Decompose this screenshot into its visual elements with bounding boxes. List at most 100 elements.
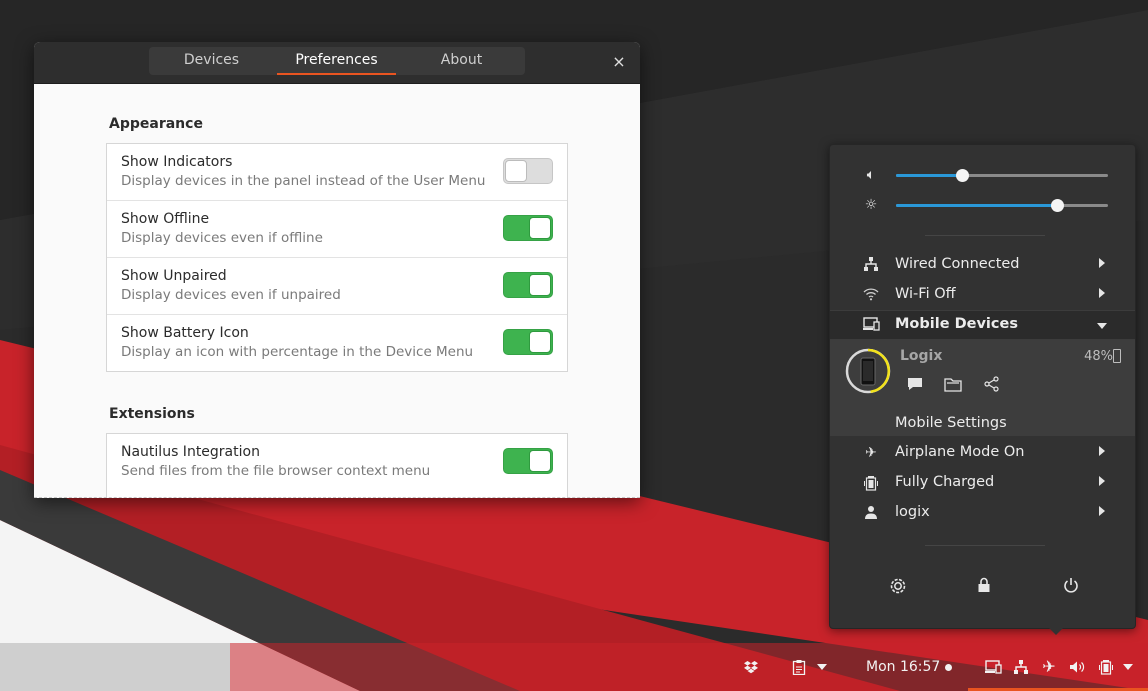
menu-item-label: logix xyxy=(895,504,930,520)
show-battery-icon-switch[interactable] xyxy=(503,329,553,355)
device-battery-percent: 48% xyxy=(1084,349,1113,364)
clipboard-icon[interactable] xyxy=(789,643,809,691)
nautilus-integration-switch[interactable] xyxy=(503,448,553,474)
switch-knob xyxy=(505,160,527,182)
clock[interactable]: Mon 16:57 xyxy=(866,643,946,691)
section-title-extensions: Extensions xyxy=(109,406,195,422)
menu-item-label: Wired Connected xyxy=(895,256,1020,272)
setting-title: Show Indicators xyxy=(121,154,233,170)
menu-item-label: Fully Charged xyxy=(895,474,995,490)
tab-about[interactable]: About xyxy=(399,47,524,75)
menu-item-wifi[interactable]: Wi-Fi Off xyxy=(830,280,1135,310)
setting-subtitle: Send files from the file browser context… xyxy=(121,463,431,479)
setting-row-nautilus-integration: Nautilus Integration Send files from the… xyxy=(107,434,567,490)
setting-title: Nautilus Integration xyxy=(121,444,260,460)
show-unpaired-switch[interactable] xyxy=(503,272,553,298)
slider-fill xyxy=(896,204,1058,207)
close-icon[interactable]: × xyxy=(610,53,628,71)
switch-knob xyxy=(529,450,551,472)
slider-thumb[interactable] xyxy=(955,169,969,182)
setting-subtitle: Display an icon with percentage in the D… xyxy=(121,344,474,360)
menu-item-power[interactable]: Fully Charged xyxy=(830,468,1135,498)
airplane-icon[interactable]: ✈ xyxy=(1039,643,1059,691)
chevron-down-icon xyxy=(1097,323,1107,329)
setting-title: Show Offline xyxy=(121,211,210,227)
setting-title: Show Battery Icon xyxy=(121,325,249,341)
network-icon[interactable] xyxy=(1011,643,1031,691)
tab-switcher: Devices Preferences About xyxy=(149,47,525,75)
sms-icon[interactable] xyxy=(906,376,924,392)
lock-icon[interactable] xyxy=(972,577,996,599)
mobile-devices-icon xyxy=(862,317,880,333)
setting-row-show-unpaired: Show Unpaired Display devices even if un… xyxy=(107,258,567,315)
system-menu-arrow-icon[interactable] xyxy=(1121,643,1135,691)
setting-row-show-offline: Show Offline Display devices even if off… xyxy=(107,201,567,258)
show-offline-switch[interactable] xyxy=(503,215,553,241)
slider-thumb[interactable] xyxy=(1051,199,1065,212)
chevron-right-icon xyxy=(1099,506,1105,516)
device-panel: Logix 48% Mobile Settings xyxy=(830,340,1135,436)
setting-title: Show Unpaired xyxy=(121,268,227,284)
chevron-right-icon xyxy=(1099,258,1105,268)
setting-row-show-battery-icon: Show Battery Icon Display an icon with p… xyxy=(107,315,567,371)
switch-knob xyxy=(529,274,551,296)
battery-icon xyxy=(1113,349,1121,363)
slider-fill xyxy=(896,174,962,177)
menu-item-label: Airplane Mode On xyxy=(895,444,1025,460)
menu-item-wired[interactable]: Wired Connected xyxy=(830,250,1135,280)
tab-devices[interactable]: Devices xyxy=(149,47,274,75)
chevron-right-icon xyxy=(1099,288,1105,298)
menu-separator xyxy=(925,545,1045,546)
menu-separator xyxy=(925,235,1045,236)
menu-item-label: Mobile Devices xyxy=(895,316,1018,332)
clipboard-menu-arrow-icon[interactable] xyxy=(815,643,829,691)
user-icon xyxy=(862,505,880,521)
battery-icon[interactable] xyxy=(1096,643,1116,691)
scroll-edge xyxy=(34,497,640,498)
airplane-icon: ✈ xyxy=(865,445,877,461)
browse-files-icon[interactable] xyxy=(944,376,962,392)
menu-item-user[interactable]: logix xyxy=(830,498,1135,528)
brightness-icon: ☼ xyxy=(864,197,878,213)
brightness-slider[interactable] xyxy=(896,199,1108,212)
menu-arrow xyxy=(1047,626,1065,635)
appearance-list: Show Indicators Display devices in the p… xyxy=(106,143,568,372)
volume-row: 🔈︎ xyxy=(830,160,1135,190)
battery-full-icon xyxy=(862,475,880,491)
chevron-right-icon xyxy=(1099,476,1105,486)
share-icon[interactable] xyxy=(983,376,1001,392)
menu-item-label: Wi-Fi Off xyxy=(895,286,956,302)
volume-icon: 🔈︎ xyxy=(866,167,876,183)
menu-item-airplane[interactable]: ✈ Airplane Mode On xyxy=(830,438,1135,468)
preferences-window: Devices Preferences About × Appearance S… xyxy=(34,42,640,498)
dropbox-icon[interactable] xyxy=(741,643,761,691)
switch-knob xyxy=(529,331,551,353)
notification-dot-icon xyxy=(943,643,953,691)
setting-subtitle: Display devices even if unpaired xyxy=(121,287,341,303)
section-title-appearance: Appearance xyxy=(109,116,203,132)
network-wired-icon xyxy=(862,257,880,273)
header-bar: Devices Preferences About × xyxy=(34,42,640,84)
chevron-right-icon xyxy=(1099,446,1105,456)
power-off-icon[interactable] xyxy=(1059,577,1083,599)
menu-item-mobile-devices[interactable]: Mobile Devices xyxy=(830,310,1135,340)
mobile-settings-item[interactable]: Mobile Settings xyxy=(895,415,1007,431)
device-battery-ring xyxy=(845,348,891,394)
mobile-devices-icon[interactable] xyxy=(983,643,1003,691)
settings-icon[interactable] xyxy=(886,577,910,599)
top-panel: Mon 16:57 ✈ xyxy=(0,643,1148,691)
setting-subtitle: Display devices in the panel instead of … xyxy=(121,173,486,189)
preferences-content: Appearance Show Indicators Display devic… xyxy=(34,83,640,498)
setting-row-show-indicators: Show Indicators Display devices in the p… xyxy=(107,144,567,201)
extensions-list: Nautilus Integration Send files from the… xyxy=(106,433,568,498)
volume-icon[interactable] xyxy=(1067,643,1087,691)
show-indicators-switch[interactable] xyxy=(503,158,553,184)
volume-slider[interactable] xyxy=(896,169,1108,182)
brightness-row: ☼ xyxy=(830,190,1135,220)
switch-knob xyxy=(529,217,551,239)
wifi-off-icon xyxy=(862,287,880,303)
setting-subtitle: Display devices even if offline xyxy=(121,230,323,246)
device-name: Logix xyxy=(900,348,943,364)
tab-preferences[interactable]: Preferences xyxy=(274,47,399,75)
system-menu: 🔈︎ ☼ Wired Connected Wi-Fi Off Mobile De… xyxy=(829,144,1136,629)
